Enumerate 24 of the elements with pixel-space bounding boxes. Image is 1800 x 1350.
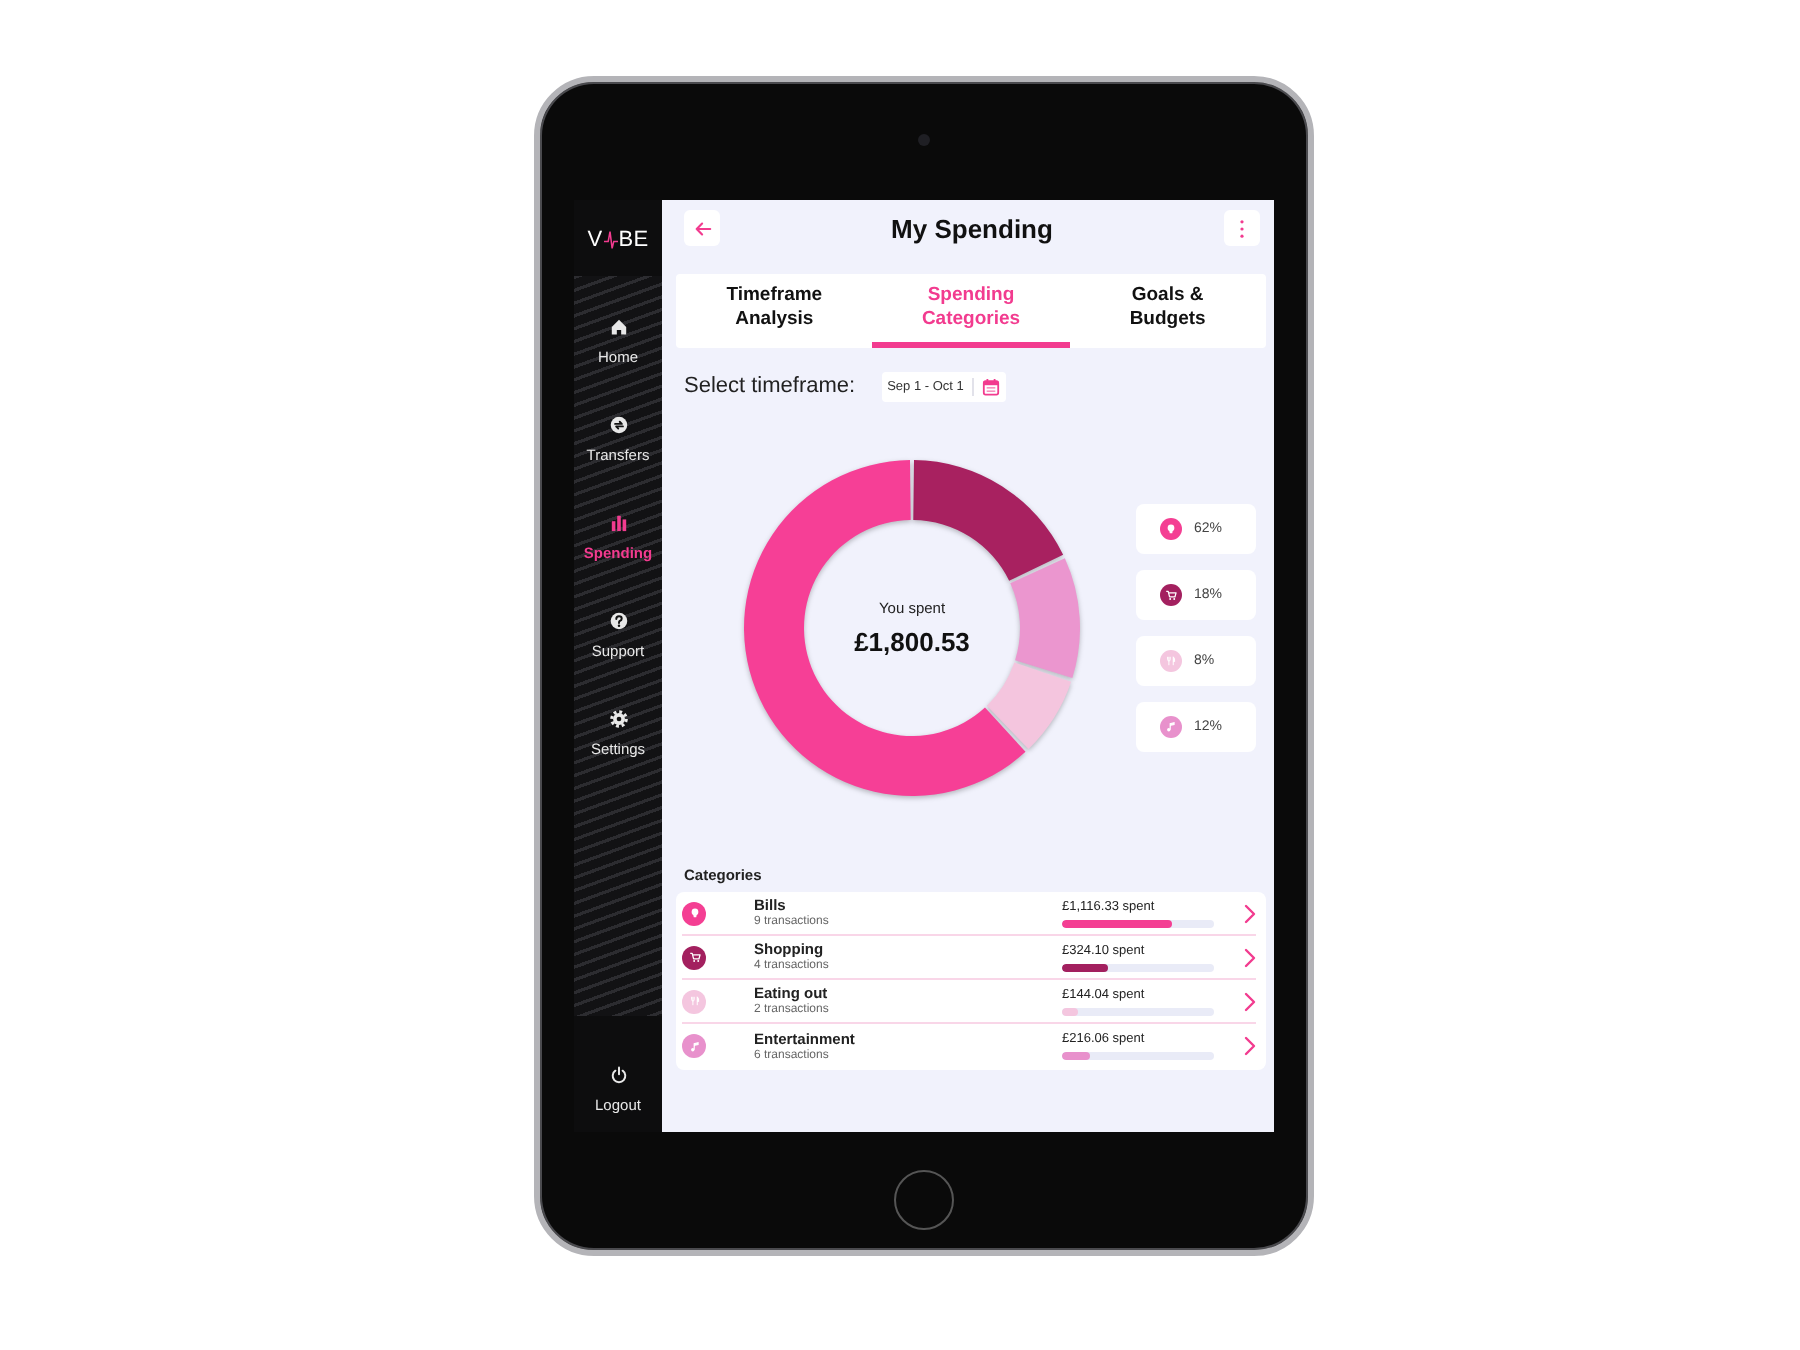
back-button[interactable] bbox=[684, 210, 720, 246]
arrow-left-icon bbox=[693, 219, 711, 237]
power-icon bbox=[609, 1066, 627, 1084]
logo-text: V bbox=[587, 226, 603, 254]
transfer-icon bbox=[609, 416, 627, 434]
camera-lens bbox=[918, 134, 930, 146]
help-icon bbox=[609, 612, 627, 630]
chevron-right-icon[interactable] bbox=[1244, 903, 1256, 923]
total-amount: £1,800.53 bbox=[854, 627, 970, 657]
bar-chart-icon bbox=[609, 514, 627, 532]
tab[interactable]: Spending Categories bbox=[872, 274, 1070, 348]
logo-text: BE bbox=[618, 226, 649, 254]
home-button[interactable] bbox=[894, 1170, 954, 1230]
timeframe-label: Select timeframe: bbox=[684, 374, 856, 398]
chevron-right-icon[interactable] bbox=[1244, 947, 1256, 967]
settings-icon bbox=[609, 710, 627, 728]
tab[interactable]: Goals & Budgets bbox=[1069, 274, 1266, 348]
pulse-icon bbox=[603, 226, 618, 254]
tab[interactable]: Timeframe Analysis bbox=[676, 274, 873, 348]
calendar-icon bbox=[981, 377, 1000, 395]
house-icon bbox=[609, 318, 627, 336]
chevron-right-icon[interactable] bbox=[1244, 1036, 1256, 1056]
page-title: My Spending bbox=[889, 213, 1055, 243]
chevron-right-icon[interactable] bbox=[1244, 991, 1256, 1011]
